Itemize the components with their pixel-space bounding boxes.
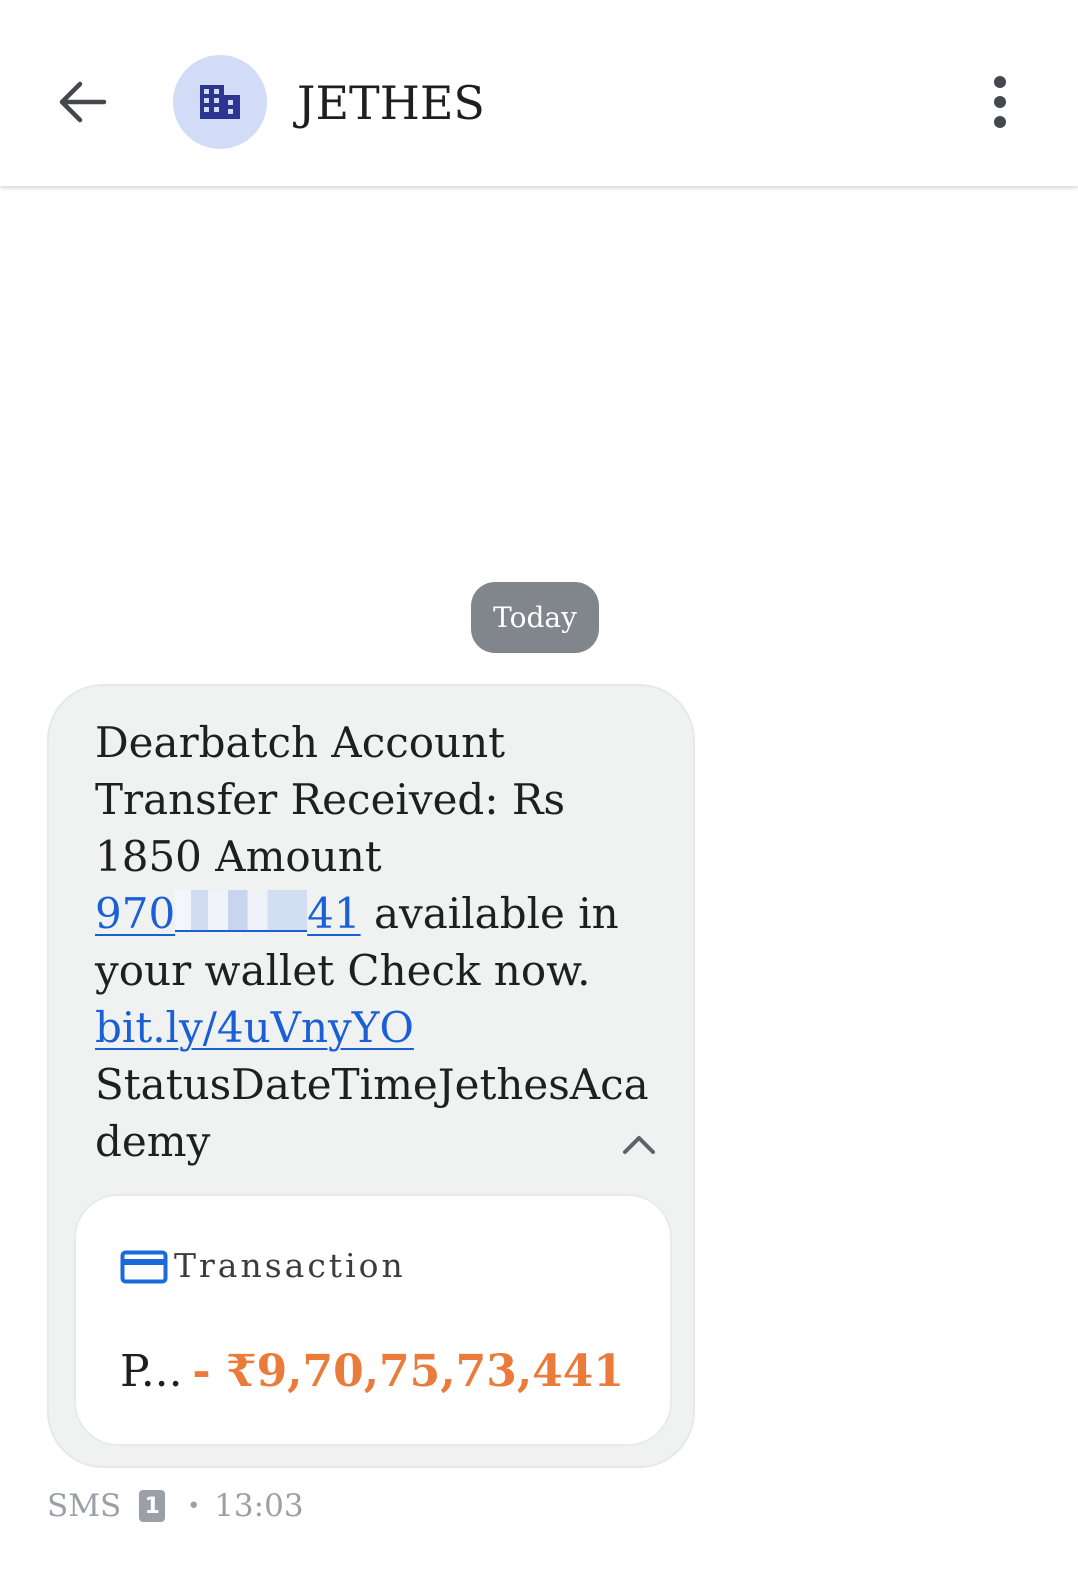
url-link[interactable]: bit.ly/4uVnyYO [95,1003,414,1052]
message-line: Dearbatch Account [95,718,506,767]
phone-suffix: 41 [307,889,361,938]
message-text: Dearbatch Account Transfer Received: Rs … [95,714,649,1170]
contact-name[interactable]: JETHES [297,72,485,134]
message-line: Transfer Received: Rs [95,775,565,824]
message-line: StatusDateTimeJethesAca [95,1060,649,1109]
date-chip: Today [471,582,599,653]
message-line: demy [95,1117,211,1166]
message-type: SMS [47,1488,122,1524]
building-icon [200,85,240,119]
phone-number-link[interactable]: 970 41 [95,889,361,938]
redacted-digits [175,890,308,932]
collapse-button[interactable] [613,1122,665,1166]
transaction-party: P... [120,1346,183,1397]
message-time: 13:03 [214,1488,304,1524]
more-vert-icon [994,76,1006,128]
back-button[interactable] [42,62,122,142]
chevron-up-icon [623,1136,655,1154]
message-line: 1850 Amount [95,832,382,881]
separator-dot: • [187,1493,201,1519]
app-bar: JETHES [0,0,1078,186]
contact-avatar[interactable] [173,55,267,149]
credit-card-icon [120,1250,168,1284]
message-bubble[interactable]: Dearbatch Account Transfer Received: Rs … [47,684,695,1468]
message-line: 970 41 available in [95,885,635,942]
conversation-screen: JETHES Today Dearbatch Account Transfer … [0,0,1078,1580]
more-options-button[interactable] [968,62,1032,142]
phone-prefix: 970 [95,889,176,938]
sim-icon: 1 [139,1490,166,1522]
transaction-card[interactable]: Transaction P... - ₹9,70,75,73,441 [74,1194,672,1446]
message-meta: SMS 1 • 13:03 [47,1484,304,1528]
message-line: your wallet Check now. [95,946,591,995]
transaction-label: Transaction [174,1246,406,1285]
arrow-left-icon [59,81,107,123]
message-line-rest: available in [360,889,619,938]
message-line: bit.ly/4uVnyYO [95,999,635,1056]
transaction-amount: - ₹9,70,75,73,441 [192,1346,624,1397]
